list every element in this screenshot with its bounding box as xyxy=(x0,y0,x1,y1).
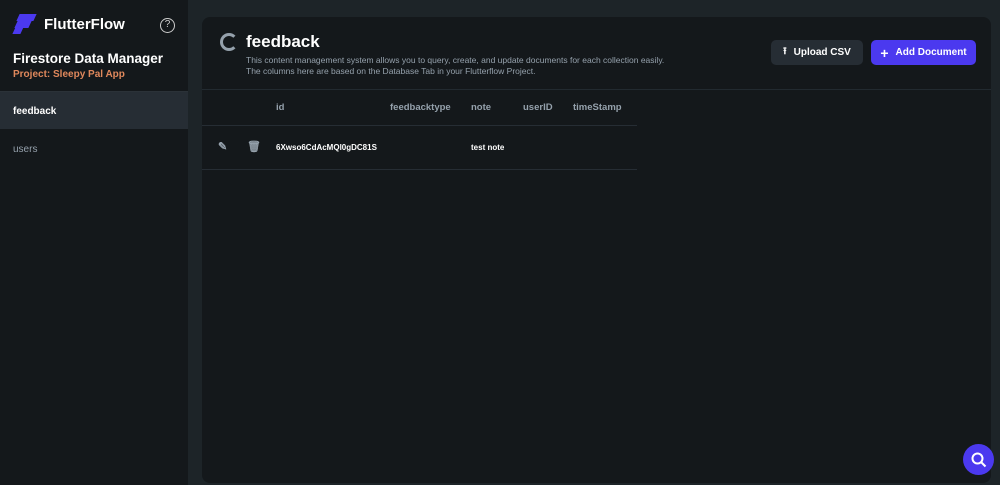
main-panel: feedback This content management system … xyxy=(202,17,991,483)
cell-id: 6Xwso6CdAcMQl0gDC81S xyxy=(276,143,377,152)
upload-icon: ⭱ xyxy=(783,46,787,57)
add-document-button[interactable]: + Add Document xyxy=(871,40,976,65)
documents-table: id feedbacktype note userID timeStamp ✎ … xyxy=(202,90,637,170)
search-button[interactable] xyxy=(963,444,994,475)
trash-icon[interactable]: 🗑 xyxy=(247,140,261,153)
loading-spinner-icon xyxy=(220,33,238,51)
flutterflow-logo-icon xyxy=(12,14,37,34)
column-header-timestamp[interactable]: timeStamp xyxy=(573,102,622,113)
sidebar: FlutterFlow ? Firestore Data Manager Pro… xyxy=(0,0,188,485)
cell-note: test note xyxy=(471,143,505,152)
help-icon[interactable]: ? xyxy=(160,18,175,33)
column-header-note[interactable]: note xyxy=(471,102,491,113)
sidebar-item-feedback[interactable]: feedback xyxy=(0,91,188,129)
edit-icon[interactable]: ✎ xyxy=(218,140,227,153)
table-header: id feedbacktype note userID timeStamp xyxy=(202,90,637,126)
column-header-userid[interactable]: userID xyxy=(523,102,553,113)
collection-title: feedback xyxy=(246,32,320,51)
logo: FlutterFlow xyxy=(12,14,125,34)
column-header-id[interactable]: id xyxy=(276,102,284,113)
project-name: Project: Sleepy Pal App xyxy=(13,69,125,80)
plus-icon: + xyxy=(880,44,889,61)
brand-name: FlutterFlow xyxy=(44,15,125,33)
app-title: Firestore Data Manager xyxy=(13,51,164,66)
collection-description: This content management system allows yo… xyxy=(246,55,665,76)
sidebar-item-users[interactable]: users xyxy=(0,130,188,168)
column-header-feedbacktype[interactable]: feedbacktype xyxy=(390,102,451,113)
search-icon xyxy=(971,452,986,467)
upload-csv-button[interactable]: ⭱ Upload CSV xyxy=(771,40,863,65)
table-row[interactable]: ✎ 🗑 6Xwso6CdAcMQl0gDC81S test note xyxy=(202,126,637,170)
